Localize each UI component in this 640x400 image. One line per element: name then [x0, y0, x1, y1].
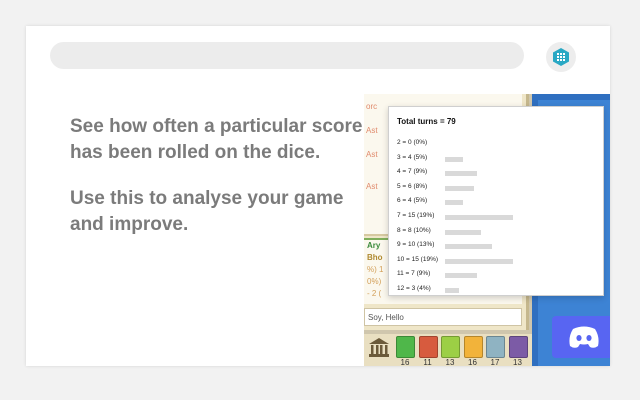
dice-stat-label: 4 = 7 (9%) [397, 168, 428, 176]
resource-count: 16 [468, 358, 477, 366]
bank-icon[interactable] [368, 336, 390, 358]
discord-icon [569, 326, 599, 348]
dice-stat-bar [445, 215, 513, 220]
promo-line-1: See how often a particular score has bee… [70, 116, 363, 163]
dice-stat-row: 6 = 4 (5%) [397, 195, 597, 209]
brick-card-icon[interactable] [418, 336, 438, 358]
promo-line-2: Use this to analyse your game and improv… [70, 188, 344, 235]
dice-stat-bar [445, 171, 478, 177]
dice-stat-row: 5 = 6 (8%) [397, 181, 597, 195]
address-bar[interactable] [50, 42, 524, 69]
dice-stat-label: 12 = 3 (4%) [397, 285, 431, 292]
dice-stat-bar [445, 185, 474, 191]
dice-stat-label: 6 = 4 (5%) [397, 197, 428, 205]
discord-button[interactable] [552, 316, 610, 358]
dice-stat-bar [445, 244, 492, 250]
total-turns-title: Total turns = 79 [397, 117, 456, 126]
dice-stat-label: 11 = 7 (9%) [397, 270, 431, 278]
dice-stat-row: 10 = 15 (19%) [397, 254, 597, 268]
dice-stat-bar [445, 273, 478, 279]
dice-stat-label: 3 = 4 (5%) [397, 153, 428, 161]
dice-stat-row: 4 = 7 (9%) [397, 166, 597, 180]
dice-stat-row: 7 = 15 (19%) [397, 210, 597, 224]
dice-stat-bar [445, 288, 460, 293]
dice-stat-label: 8 = 8 (10%) [397, 226, 431, 234]
dice-stat-row: 8 = 8 (10%) [397, 225, 597, 239]
ore-card-icon[interactable] [486, 336, 505, 358]
lumber-card-icon[interactable] [396, 336, 415, 358]
dice-stat-bar [445, 156, 463, 162]
dice-stat-bar [445, 200, 463, 206]
dice-stat-row: 11 = 7 (9%) [397, 268, 597, 282]
resource-count: 11 [423, 358, 432, 366]
dice-grid-icon [553, 48, 569, 66]
screenshot-card: See how often a particular score has bee… [26, 26, 610, 366]
wool-card-icon[interactable] [441, 336, 460, 358]
dice-stat-bar [445, 229, 481, 235]
dice-stat-label: 10 = 15 (19%) [397, 255, 439, 263]
dev-card-icon[interactable] [508, 336, 528, 358]
dice-stat-row: 3 = 4 (5%) [397, 152, 597, 166]
chat-input[interactable]: Soy, Hello [364, 308, 522, 326]
dice-stat-label: 5 = 6 (8%) [397, 182, 428, 190]
dice-stat-label: 9 = 10 (13%) [397, 241, 435, 249]
resource-count: 13 [445, 358, 455, 366]
extension-button[interactable] [546, 42, 576, 72]
resource-count: 17 [490, 358, 500, 366]
dice-stat-bar [445, 258, 513, 264]
promo-text: See how often a particular score has bee… [70, 114, 370, 258]
dice-stat-row: 12 = 3 (4%) [397, 283, 597, 297]
dice-stat-label: 7 = 15 (19%) [397, 212, 435, 219]
grain-card-icon[interactable] [463, 336, 483, 358]
dice-stat-row: 2 = 0 (0%) [397, 137, 597, 151]
resource-count: 16 [400, 358, 410, 366]
dice-stat-label: 2 = 0 (0%) [397, 139, 428, 146]
dice-stats-popup: Total turns = 79 2 = 0 (0%) 3 = 4 (5%) 4 =… [388, 106, 604, 296]
resource-cards-bar: 16 11 13 16 17 13 [364, 334, 532, 366]
dice-stat-row: 9 = 10 (13%) [397, 239, 597, 253]
resource-count: 13 [513, 358, 522, 366]
